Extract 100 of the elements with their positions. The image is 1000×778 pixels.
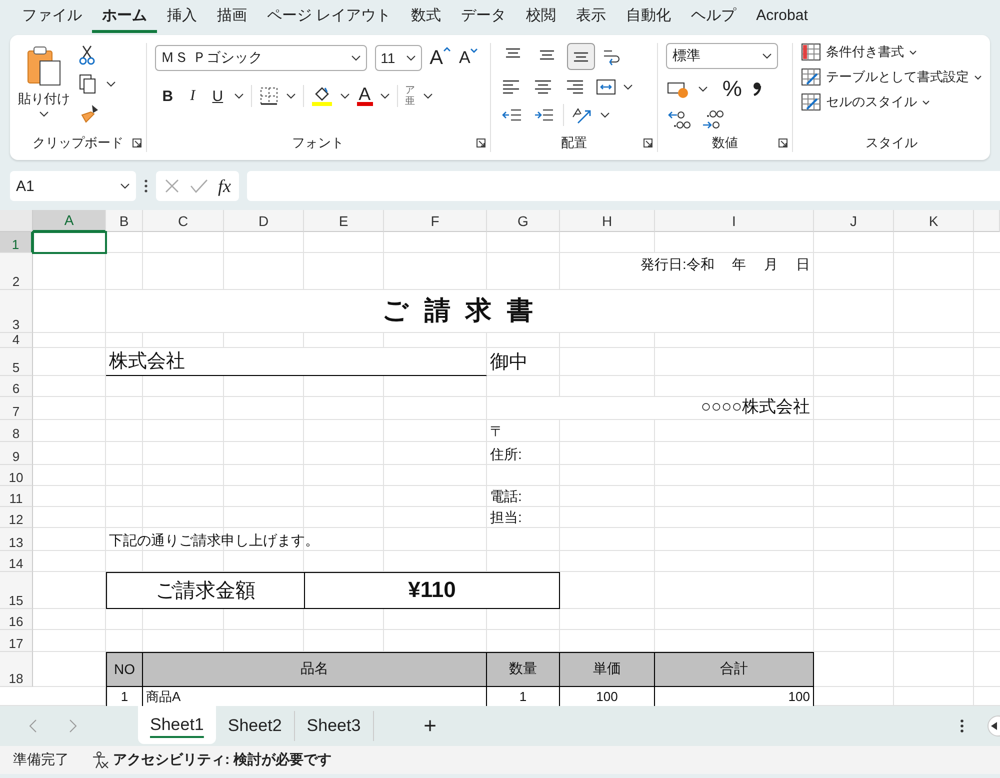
postal-mark: 〒: [489, 422, 505, 441]
add-sheet-button[interactable]: +: [424, 713, 437, 739]
ribbon-tab[interactable]: ページ レイアウト: [257, 2, 402, 32]
percent-button[interactable]: %: [722, 76, 742, 102]
scroll-left-icon[interactable]: [986, 715, 1000, 737]
row-header[interactable]: 14: [0, 551, 33, 572]
ribbon-tab[interactable]: 挿入: [157, 2, 207, 32]
column-header[interactable]: A: [33, 210, 106, 232]
launcher-icon[interactable]: [476, 138, 486, 148]
address-label: 住所:: [489, 445, 523, 464]
accessibility-icon[interactable]: [91, 751, 109, 769]
launcher-icon[interactable]: [643, 138, 654, 148]
more-icon[interactable]: [144, 179, 148, 193]
name-box[interactable]: A1: [10, 171, 136, 201]
ribbon-tab[interactable]: ファイル: [12, 2, 92, 32]
decrease-decimal-icon[interactable]: [700, 109, 726, 131]
column-header[interactable]: K: [894, 210, 974, 232]
caret-icon[interactable]: [622, 84, 633, 90]
caret-icon: [406, 55, 416, 61]
increase-font-button[interactable]: A: [430, 46, 451, 70]
phone-label: 電話:: [489, 487, 523, 506]
decrease-font-button[interactable]: A: [459, 48, 478, 68]
row-header[interactable]: 4: [0, 333, 33, 348]
style-menu-button[interactable]: 条件付き書式: [801, 43, 982, 61]
caret-icon[interactable]: [234, 93, 244, 99]
ribbon-tab[interactable]: 数式: [401, 2, 452, 32]
style-menu-button[interactable]: セルのスタイル: [801, 93, 982, 111]
formula-input[interactable]: [247, 171, 1000, 201]
launcher-icon[interactable]: [132, 138, 142, 148]
copy-icon[interactable]: [78, 74, 98, 94]
caret-icon[interactable]: [422, 93, 433, 99]
phonetic-button[interactable]: ア亜: [404, 85, 416, 107]
ribbon-tab[interactable]: 校閲: [516, 2, 566, 32]
caret-icon[interactable]: [380, 93, 390, 99]
number-format-select[interactable]: 標準: [666, 43, 778, 69]
launcher-icon[interactable]: [778, 138, 788, 148]
ribbon-tab[interactable]: 表示: [566, 2, 616, 32]
row-header[interactable]: 8: [0, 420, 33, 442]
caret-icon[interactable]: [106, 81, 116, 87]
sheet-tab[interactable]: Sheet2: [216, 711, 295, 741]
column-header[interactable]: J: [814, 210, 894, 232]
caret-icon: [909, 50, 918, 54]
message-text: 下記の通りご請求申し上げます。: [108, 531, 320, 550]
accessibility-status[interactable]: アクセシビリティ: 検討が必要です: [113, 751, 332, 769]
increase-decimal-icon[interactable]: [666, 109, 692, 131]
selected-cell[interactable]: [32, 231, 107, 254]
column-header[interactable]: I: [655, 210, 814, 232]
column-header[interactable]: G: [487, 210, 560, 232]
caret-icon[interactable]: [698, 86, 708, 92]
row-header[interactable]: 7: [0, 397, 33, 420]
row-header[interactable]: 3: [0, 290, 33, 333]
ribbon-tab[interactable]: 描画: [207, 2, 257, 32]
style-menu-button[interactable]: テーブルとして書式設定: [801, 68, 982, 86]
caret-icon: [350, 55, 361, 61]
column-header[interactable]: D: [224, 210, 304, 232]
column-header[interactable]: F: [384, 210, 487, 232]
font-color-button[interactable]: A: [356, 86, 373, 106]
borders-icon[interactable]: [258, 86, 279, 106]
row-header[interactable]: 2: [0, 253, 33, 290]
row-header[interactable]: 16: [0, 609, 33, 630]
column-header[interactable]: C: [143, 210, 224, 232]
column-header[interactable]: B: [106, 210, 143, 232]
cut-icon[interactable]: [78, 45, 96, 65]
ribbon-tab[interactable]: Acrobat: [746, 2, 818, 32]
row-header[interactable]: 18: [0, 652, 33, 687]
row-header[interactable]: 12: [0, 507, 33, 528]
row-header[interactable]: 9: [0, 442, 33, 465]
table-header-cell: 品名: [143, 652, 487, 687]
ribbon-tab[interactable]: データ: [451, 2, 516, 32]
check-icon[interactable]: [190, 178, 208, 194]
bold-button[interactable]: B: [158, 88, 177, 104]
paste-button[interactable]: 貼り付け: [18, 43, 70, 134]
vertical-align-button[interactable]: [566, 43, 595, 70]
caret-icon[interactable]: [600, 112, 610, 118]
contact-label: 担当:: [489, 508, 523, 527]
row-header[interactable]: 10: [0, 465, 33, 486]
row-header[interactable]: 1: [0, 232, 33, 253]
fill-color-icon[interactable]: [310, 85, 333, 107]
font-size-select[interactable]: 11: [374, 45, 422, 71]
row-header[interactable]: 17: [0, 630, 33, 652]
column-header[interactable]: E: [304, 210, 384, 232]
column-header[interactable]: H: [560, 210, 655, 232]
caret-icon[interactable]: [286, 93, 296, 99]
row-header[interactable]: 13: [0, 528, 33, 551]
font-name-select[interactable]: ＭＳ Ｐゴシック: [154, 45, 367, 71]
sheet-tab[interactable]: Sheet1: [138, 706, 216, 744]
amount-value: ¥110: [304, 572, 560, 609]
row-header[interactable]: 6: [0, 376, 33, 397]
row-header[interactable]: 11: [0, 486, 33, 507]
underline-button[interactable]: U: [208, 88, 227, 104]
caret-icon[interactable]: [340, 93, 350, 99]
more-icon[interactable]: [960, 719, 964, 733]
row-header[interactable]: 15: [0, 572, 33, 609]
row-header[interactable]: 5: [0, 348, 33, 376]
sheet-tab[interactable]: Sheet3: [294, 711, 374, 741]
merge-cells-icon[interactable]: [594, 77, 617, 97]
ribbon-tab[interactable]: ヘルプ: [681, 2, 746, 32]
insert-function-button[interactable]: fx: [218, 176, 231, 196]
italic-button[interactable]: I: [184, 88, 202, 104]
ribbon-tab[interactable]: 自動化: [616, 2, 682, 32]
